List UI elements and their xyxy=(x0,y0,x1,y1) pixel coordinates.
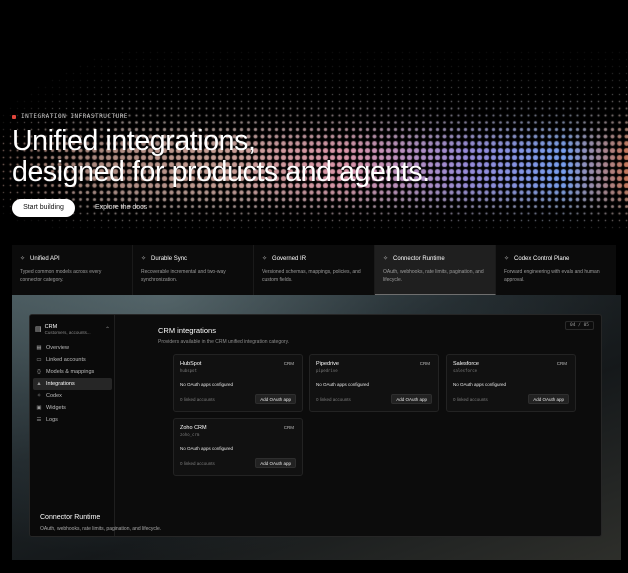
eyebrow-square-icon xyxy=(12,114,16,119)
sidebar-item-label: Integrations xyxy=(46,381,75,387)
sidebar-item-integrations[interactable]: ▲ Integrations xyxy=(33,378,112,390)
sidebar-item-label: Linked accounts xyxy=(46,357,86,363)
tab-governed-ir[interactable]: ✧ Governed IR Versioned schemas, mappings… xyxy=(254,245,375,295)
card-category: CRM xyxy=(419,361,430,366)
feature-desc: OAuth, webhooks, rate limits, pagination… xyxy=(383,269,484,283)
grid-icon: ▦ xyxy=(36,345,42,351)
eyebrow-label: INTEGRATION INFRASTRUCTURE xyxy=(21,113,128,120)
demo-panel: ▤ CRM Customers, accounts... ⌃ ▦ Overview… xyxy=(12,295,621,560)
database-icon: ▤ xyxy=(35,326,42,333)
feature-tabs: ✧ Unified API Typed common models across … xyxy=(12,245,616,295)
eyebrow: INTEGRATION INFRASTRUCTURE xyxy=(12,113,128,120)
card-count: 0 linked accounts xyxy=(453,397,488,402)
card-count: 0 linked accounts xyxy=(180,397,215,402)
caption-title: Connector Runtime xyxy=(40,514,101,521)
app-window: ▤ CRM Customers, accounts... ⌃ ▦ Overview… xyxy=(29,314,602,537)
feature-title: Durable Sync xyxy=(151,255,188,262)
card-count: 0 linked accounts xyxy=(180,461,215,466)
sparkle-icon: ✧ xyxy=(141,256,147,262)
add-oauth-app-button[interactable]: Add OAuth app xyxy=(528,394,569,404)
caption-desc: OAuth, webhooks, rate limits, pagination… xyxy=(40,526,162,532)
link-icon: ▭ xyxy=(36,357,42,363)
sparkle-icon: ✧ xyxy=(383,256,389,262)
card-status: No OAuth apps configured xyxy=(180,446,234,451)
workspace-subtitle: Customers, accounts... xyxy=(44,329,91,335)
sidebar-item-codex[interactable]: ✧ Codex xyxy=(33,390,112,402)
sidebar-item-logs[interactable]: ☰ Logs xyxy=(33,414,112,426)
sidebar-item-label: Overview xyxy=(46,345,69,351)
tab-unified-api[interactable]: ✧ Unified API Typed common models across … xyxy=(12,245,133,295)
sidebar-item-widgets[interactable]: ▣ Widgets xyxy=(33,402,112,414)
explore-docs-link[interactable]: Explore the docs xyxy=(95,199,147,217)
sidebar-item-models-mappings[interactable]: {} Models & mappings xyxy=(33,366,112,378)
card-status: No OAuth apps configured xyxy=(180,382,234,387)
card-status: No OAuth apps configured xyxy=(453,382,507,387)
feature-title: Connector Runtime xyxy=(393,255,445,262)
plug-icon: ▲ xyxy=(36,381,42,387)
hero-section: INTEGRATION INFRASTRUCTURE Unified integ… xyxy=(0,0,628,245)
card-slug: zoho_crm xyxy=(180,432,200,437)
integration-card-salesforce: Salesforce salesforce CRM No OAuth apps … xyxy=(446,354,576,412)
card-name: Salesforce xyxy=(453,361,479,367)
sidebar-item-overview[interactable]: ▦ Overview xyxy=(33,342,112,354)
tab-codex-control-plane[interactable]: ✧ Codex Control Plane Forward engineering… xyxy=(496,245,616,295)
integration-card-hubspot: HubSpot hubspot CRM No OAuth apps config… xyxy=(173,354,303,412)
widget-icon: ▣ xyxy=(36,405,42,411)
sidebar-item-label: Models & mappings xyxy=(46,369,95,375)
page-title: CRM integrations xyxy=(158,326,216,335)
feature-desc: Forward engineering with evals and human… xyxy=(504,269,600,283)
sidebar-item-label: Logs xyxy=(46,417,58,423)
sidebar-item-label: Widgets xyxy=(46,405,66,411)
sparkle-icon: ✧ xyxy=(504,256,510,262)
sidebar: ▤ CRM Customers, accounts... ⌃ ▦ Overview… xyxy=(30,315,115,536)
card-count: 0 linked accounts xyxy=(316,397,351,402)
feature-title: Codex Control Plane xyxy=(514,255,570,262)
add-oauth-app-button[interactable]: Add OAuth app xyxy=(255,394,296,404)
sidebar-item-label: Codex xyxy=(46,393,62,399)
card-slug: pipedrive xyxy=(316,368,338,373)
feature-title: Governed IR xyxy=(272,255,307,262)
tab-durable-sync[interactable]: ✧ Durable Sync Recoverable incremental an… xyxy=(133,245,254,295)
feature-desc: Recoverable incremental and two-way sync… xyxy=(141,269,226,283)
card-slug: salesforce xyxy=(453,368,478,373)
card-name: Zoho CRM xyxy=(180,425,207,431)
card-name: HubSpot xyxy=(180,361,202,367)
braces-icon: {} xyxy=(37,369,41,375)
tab-connector-runtime[interactable]: ✧ Connector Runtime OAuth, webhooks, rate… xyxy=(375,245,496,295)
card-status: No OAuth apps configured xyxy=(316,382,370,387)
workspace-switcher[interactable]: ▤ CRM Customers, accounts... ⌃ xyxy=(35,319,110,339)
main-content: 04 / 05 CRM integrations Providers avail… xyxy=(116,315,601,536)
card-slug: hubspot xyxy=(180,368,197,373)
add-oauth-app-button[interactable]: Add OAuth app xyxy=(255,458,296,468)
sidebar-item-linked-accounts[interactable]: ▭ Linked accounts xyxy=(33,354,112,366)
log-icon: ☰ xyxy=(36,417,42,423)
card-name: Pipedrive xyxy=(316,361,339,367)
sparkle-icon: ✧ xyxy=(36,393,42,399)
card-category: CRM xyxy=(556,361,567,366)
feature-title: Unified API xyxy=(30,255,60,262)
integration-card-pipedrive: Pipedrive pipedrive CRM No OAuth apps co… xyxy=(309,354,439,412)
add-oauth-app-button[interactable]: Add OAuth app xyxy=(391,394,432,404)
card-category: CRM xyxy=(283,425,294,430)
card-category: CRM xyxy=(283,361,294,366)
integration-card-zoho-crm: Zoho CRM zoho_crm CRM No OAuth apps conf… xyxy=(173,418,303,476)
panel-caption: Connector Runtime OAuth, webhooks, rate … xyxy=(40,514,161,532)
chevron-updown-icon: ⌃ xyxy=(104,326,110,333)
sparkle-icon: ✧ xyxy=(262,256,268,262)
page-indicator: 04 / 05 xyxy=(565,321,594,330)
headline: Unified integrations, designed for produ… xyxy=(12,126,430,188)
headline-line-1: Unified integrations, xyxy=(12,125,256,157)
feature-desc: Typed common models across every connect… xyxy=(20,269,102,283)
sparkle-icon: ✧ xyxy=(20,256,26,262)
sidebar-nav: ▦ Overview ▭ Linked accounts {} Models & ma… xyxy=(33,342,112,426)
feature-desc: Versioned schemas, mappings, policies, a… xyxy=(262,269,361,283)
start-building-button[interactable]: Start building xyxy=(12,199,75,217)
page-subtitle: Providers available in the CRM unified i… xyxy=(158,339,290,345)
headline-line-2: designed for products and agents. xyxy=(12,156,430,188)
